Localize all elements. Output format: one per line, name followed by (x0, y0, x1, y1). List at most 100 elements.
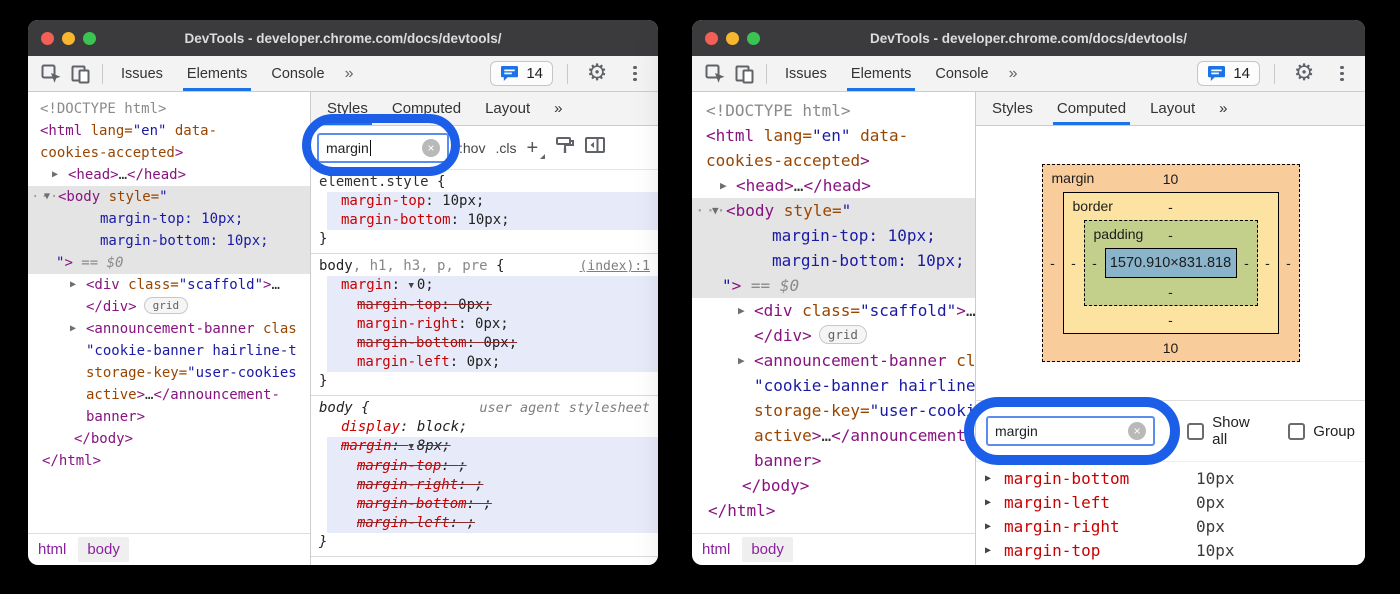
dom-tree-line[interactable]: banner> (28, 406, 310, 428)
minimize-window-button[interactable] (726, 32, 739, 45)
toggle-pseudo-state-button[interactable]: :hov (459, 140, 485, 156)
paint-roller-icon[interactable] (555, 135, 575, 160)
tab-elements[interactable]: Elements (839, 56, 923, 91)
stylesheet-source-link[interactable]: (index):1 (580, 257, 650, 276)
dom-tree-line[interactable]: </body> (692, 473, 975, 498)
rule-selector[interactable]: body, h1, h3, p, pre {(index):1 (311, 257, 658, 276)
dom-tree-line[interactable]: storage-key="user-cookies (28, 362, 310, 384)
settings-gear-icon[interactable]: ⚙ (582, 59, 612, 89)
expand-arrow-icon[interactable]: ▶ (738, 298, 745, 323)
grid-badge[interactable]: grid (819, 325, 867, 344)
style-declaration[interactable]: margin-left: 0px; (327, 353, 658, 372)
computed-filter-input[interactable]: margin × (986, 416, 1155, 446)
computed-property-row[interactable]: ▶margin-top10px (976, 538, 1365, 562)
style-declaration[interactable]: margin: ▼0; (327, 276, 658, 296)
shorthand-expand-icon[interactable]: ▼ (408, 281, 413, 291)
dom-tree-line[interactable]: ▶<head>…</head> (692, 173, 975, 198)
style-declaration[interactable]: margin: ▼8px; (327, 437, 658, 457)
dom-tree-line[interactable]: "> == $0 (692, 273, 975, 298)
issues-counter-badge[interactable]: 14 (1197, 61, 1260, 86)
dom-tree-line[interactable]: </body> (28, 428, 310, 450)
expand-arrow-icon[interactable]: ▶ (738, 348, 745, 373)
breadcrumb-item-body[interactable]: body (742, 537, 793, 562)
dom-tree-line[interactable]: active>…</announcement (692, 423, 975, 448)
dom-tree-line[interactable]: <!DOCTYPE html> (692, 98, 975, 123)
dom-tree-line[interactable]: "cookie-banner hairline (692, 373, 975, 398)
device-toolbar-icon[interactable] (730, 59, 760, 89)
box-model-content-box[interactable]: 1570.910×831.818 (1105, 248, 1237, 278)
dom-tree-line[interactable]: margin-top: 10px; (28, 208, 310, 230)
dom-tree-line[interactable]: margin-bottom: 10px; (692, 248, 975, 273)
expand-arrow-icon[interactable]: ▶ (985, 545, 991, 556)
new-style-rule-icon[interactable]: + (526, 138, 545, 158)
tab-console[interactable]: Console (259, 56, 336, 91)
dom-tree-line[interactable]: ···▼<body style=" (28, 186, 310, 208)
tab-computed[interactable]: Computed (1045, 92, 1138, 125)
dom-tree-line[interactable]: "cookie-banner hairline-t (28, 340, 310, 362)
close-window-button[interactable] (705, 32, 718, 45)
group-checkbox[interactable]: Group (1288, 423, 1355, 440)
breadcrumb-item-html[interactable]: html (38, 541, 66, 558)
tab-console[interactable]: Console (923, 56, 1000, 91)
tab-layout[interactable]: Layout (473, 92, 542, 125)
dom-tree-line[interactable]: banner> (692, 448, 975, 473)
box-model-padding-ring[interactable]: padding - - - - 1570.910×831.818 (1084, 220, 1258, 306)
rule-selector[interactable]: element.style { (311, 173, 658, 192)
dom-tree-line[interactable]: margin-top: 10px; (692, 223, 975, 248)
expand-arrow-icon[interactable]: ▶ (985, 521, 991, 532)
shorthand-expand-icon[interactable]: ▼ (408, 442, 413, 452)
checkbox-box[interactable] (1187, 423, 1204, 440)
tab-styles[interactable]: Styles (980, 92, 1045, 125)
tab-issues[interactable]: Issues (773, 56, 839, 91)
close-window-button[interactable] (41, 32, 54, 45)
dom-tree-line[interactable]: active>…</announcement- (28, 384, 310, 406)
padding-bottom-value[interactable]: - (1105, 278, 1237, 305)
computed-property-row[interactable]: ▶margin-bottom10px (976, 466, 1365, 490)
style-declaration[interactable]: margin-right: ; (327, 476, 658, 495)
dom-tree-line[interactable]: </div>grid (28, 296, 310, 318)
kebab-menu-icon[interactable] (1327, 59, 1357, 89)
inspect-element-icon[interactable] (36, 59, 66, 89)
titlebar[interactable]: DevTools - developer.chrome.com/docs/dev… (28, 20, 658, 56)
computed-property-row[interactable]: ▶margin-left0px (976, 490, 1365, 514)
padding-right-value[interactable]: - (1237, 248, 1257, 278)
dom-tree-line[interactable]: storage-key="user-cooki (692, 398, 975, 423)
dom-tree-line[interactable]: </html> (692, 498, 975, 523)
style-declaration[interactable]: display: block; (327, 418, 658, 437)
style-declaration[interactable]: margin-bottom: 10px; (327, 211, 658, 230)
tab-elements[interactable]: Elements (175, 56, 259, 91)
box-model-margin-ring[interactable]: margin 10 10 - - border - - - - (1042, 164, 1300, 362)
dom-tree-line[interactable]: <!DOCTYPE html> (28, 98, 310, 120)
breadcrumb-item-body[interactable]: body (78, 537, 129, 562)
dom-tree-line[interactable]: <html lang="en" data- (28, 120, 310, 142)
styles-filter-input[interactable]: margin × (317, 133, 449, 163)
expand-arrow-icon[interactable]: ▶ (70, 318, 76, 340)
style-declaration[interactable]: margin-left: ; (327, 514, 658, 533)
padding-left-value[interactable]: - (1085, 248, 1105, 278)
tab-styles[interactable]: Styles (315, 92, 380, 125)
titlebar[interactable]: DevTools - developer.chrome.com/docs/dev… (692, 20, 1365, 56)
style-declaration[interactable]: margin-bottom: 0px; (327, 334, 658, 353)
node-overflow-dots-icon[interactable]: ··· (695, 198, 727, 223)
clear-filter-icon[interactable]: × (422, 139, 440, 157)
dom-tree-line[interactable]: ▶<announcement-banner cl (692, 348, 975, 373)
box-model-border-ring[interactable]: border - - - - padding - - (1063, 192, 1279, 334)
show-all-checkbox[interactable]: Show all (1187, 414, 1266, 448)
sidebar-panel-icon[interactable] (585, 137, 605, 158)
more-tabs-icon[interactable]: » (1001, 56, 1026, 91)
border-left-value[interactable]: - (1064, 220, 1084, 306)
dom-tree-line[interactable]: ▶<head>…</head> (28, 164, 310, 186)
style-declaration[interactable]: margin-top: ; (327, 457, 658, 476)
border-right-value[interactable]: - (1258, 220, 1278, 306)
dom-tree-line[interactable]: cookies-accepted> (28, 142, 310, 164)
breadcrumb-item-html[interactable]: html (702, 541, 730, 558)
computed-property-row[interactable]: ▶margin-right0px (976, 514, 1365, 538)
collapse-arrow-icon[interactable]: ▼ (712, 198, 719, 223)
dom-tree-line[interactable]: "> == $0 (28, 252, 310, 274)
expand-arrow-icon[interactable]: ▶ (52, 164, 58, 186)
rule-selector[interactable]: body {user agent stylesheet (311, 399, 658, 418)
border-bottom-value[interactable]: - (1084, 306, 1258, 333)
more-sidebar-tabs-icon[interactable]: » (1207, 92, 1239, 125)
checkbox-box[interactable] (1288, 423, 1305, 440)
collapse-arrow-icon[interactable]: ▼ (44, 186, 50, 208)
